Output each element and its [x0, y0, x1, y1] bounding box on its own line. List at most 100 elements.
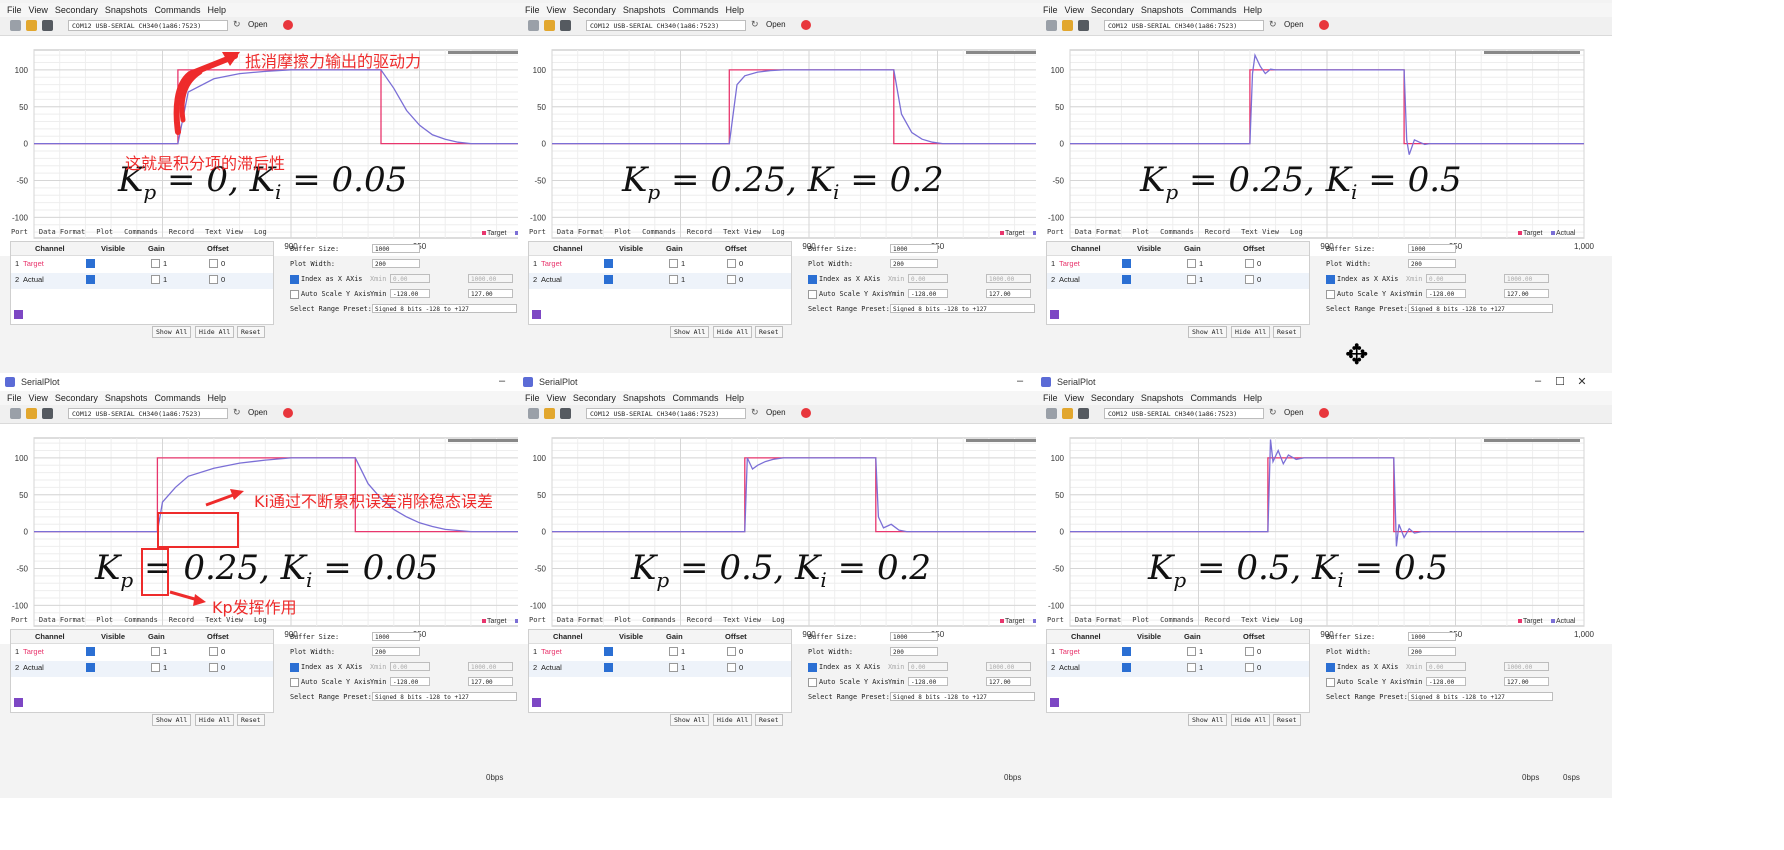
camera-icon[interactable]	[1078, 20, 1089, 31]
channel-name[interactable]: Target	[541, 647, 562, 656]
tab-record[interactable]: Record	[687, 228, 712, 236]
hide-all-button[interactable]: Hide All	[713, 326, 753, 338]
reset-button[interactable]: Reset	[755, 714, 783, 726]
ymax-input[interactable]: 127.00	[1504, 677, 1549, 686]
tab-plot[interactable]: Plot	[1132, 228, 1149, 236]
range-preset-select[interactable]: Signed 8 bits -128 to +127	[1408, 304, 1553, 313]
refresh-icon[interactable]: ↻	[751, 407, 759, 418]
tab-data-format[interactable]: Data Format	[39, 616, 85, 624]
port-select[interactable]: COM12 USB-SERIAL CH340(1a86:7523)	[586, 408, 746, 419]
menu-item[interactable]: Commands	[1190, 5, 1236, 15]
minimize-icon[interactable]: –	[1529, 375, 1547, 387]
panel-icon[interactable]	[10, 408, 21, 419]
offset-checkbox[interactable]	[209, 259, 218, 268]
menu-item[interactable]: Secondary	[55, 5, 98, 15]
auto-scale-checkbox[interactable]	[1326, 678, 1335, 687]
plot-width-input[interactable]: 200	[890, 259, 938, 268]
menu-item[interactable]: Secondary	[573, 5, 616, 15]
offset-checkbox[interactable]	[1245, 275, 1254, 284]
menu-item[interactable]: Snapshots	[105, 5, 148, 15]
buffer-size-input[interactable]: 1000	[372, 632, 420, 641]
xmin-input[interactable]: 0.00	[908, 662, 948, 671]
tab-text-view[interactable]: Text View	[723, 228, 761, 236]
index-as-x-checkbox[interactable]	[290, 275, 299, 284]
xmin-input[interactable]: 0.00	[1426, 274, 1466, 283]
record-icon[interactable]	[283, 408, 293, 418]
ymax-input[interactable]: 127.00	[1504, 289, 1549, 298]
clear-brush-icon[interactable]	[544, 408, 555, 419]
hide-all-button[interactable]: Hide All	[713, 714, 753, 726]
color-swatch[interactable]	[14, 698, 23, 707]
offset-checkbox[interactable]	[1245, 663, 1254, 672]
ymax-input[interactable]: 127.00	[986, 677, 1031, 686]
menu-item[interactable]: View	[547, 393, 566, 403]
visible-checkbox[interactable]	[604, 663, 613, 672]
gain-checkbox[interactable]	[1187, 647, 1196, 656]
reset-button[interactable]: Reset	[755, 326, 783, 338]
menu-item[interactable]: Secondary	[573, 393, 616, 403]
record-icon[interactable]	[801, 408, 811, 418]
reset-button[interactable]: Reset	[1273, 714, 1301, 726]
channel-name[interactable]: Actual	[23, 663, 44, 672]
offset-checkbox[interactable]	[1245, 647, 1254, 656]
panel-icon[interactable]	[528, 20, 539, 31]
ymin-input[interactable]: -128.00	[908, 289, 948, 298]
ymin-input[interactable]: -128.00	[390, 677, 430, 686]
open-button[interactable]: Open	[766, 408, 786, 417]
xmin-input[interactable]: 0.00	[390, 662, 430, 671]
plot-width-input[interactable]: 200	[1408, 647, 1456, 656]
tab-record[interactable]: Record	[1205, 228, 1230, 236]
open-button[interactable]: Open	[1284, 408, 1304, 417]
index-as-x-checkbox[interactable]	[808, 663, 817, 672]
menu-item[interactable]: View	[547, 5, 566, 15]
offset-checkbox[interactable]	[727, 647, 736, 656]
range-preset-select[interactable]: Signed 8 bits -128 to +127	[372, 304, 517, 313]
reset-button[interactable]: Reset	[237, 714, 265, 726]
menu-item[interactable]: Commands	[672, 393, 718, 403]
menu-item[interactable]: File	[525, 393, 540, 403]
show-all-button[interactable]: Show All	[1188, 326, 1228, 338]
channel-name[interactable]: Actual	[1059, 663, 1080, 672]
offset-checkbox[interactable]	[1245, 259, 1254, 268]
menu-item[interactable]: Snapshots	[623, 393, 666, 403]
minimize-icon[interactable]: –	[493, 375, 511, 387]
port-select[interactable]: COM12 USB-SERIAL CH340(1a86:7523)	[68, 408, 228, 419]
offset-checkbox[interactable]	[209, 663, 218, 672]
gain-checkbox[interactable]	[1187, 275, 1196, 284]
reset-button[interactable]: Reset	[1273, 326, 1301, 338]
gain-checkbox[interactable]	[1187, 259, 1196, 268]
index-as-x-checkbox[interactable]	[808, 275, 817, 284]
tab-record[interactable]: Record	[169, 616, 194, 624]
visible-checkbox[interactable]	[1122, 275, 1131, 284]
hide-all-button[interactable]: Hide All	[195, 326, 235, 338]
tab-commands[interactable]: Commands	[124, 616, 158, 624]
menu-item[interactable]: Commands	[672, 5, 718, 15]
camera-icon[interactable]	[42, 408, 53, 419]
range-preset-select[interactable]: Signed 8 bits -128 to +127	[1408, 692, 1553, 701]
channel-row[interactable]: 2 Actual 1 0	[1047, 661, 1309, 677]
ymin-input[interactable]: -128.00	[908, 677, 948, 686]
show-all-button[interactable]: Show All	[670, 714, 710, 726]
tab-plot[interactable]: Plot	[614, 228, 631, 236]
color-swatch[interactable]	[532, 698, 541, 707]
offset-checkbox[interactable]	[209, 647, 218, 656]
record-icon[interactable]	[1319, 408, 1329, 418]
tab-plot[interactable]: Plot	[1132, 616, 1149, 624]
hide-all-button[interactable]: Hide All	[195, 714, 235, 726]
channel-name[interactable]: Target	[541, 259, 562, 268]
ymin-input[interactable]: -128.00	[390, 289, 430, 298]
menu-item[interactable]: File	[1043, 5, 1058, 15]
reset-button[interactable]: Reset	[237, 326, 265, 338]
gain-checkbox[interactable]	[151, 275, 160, 284]
gain-checkbox[interactable]	[1187, 663, 1196, 672]
minimize-icon[interactable]: –	[1011, 375, 1029, 387]
gain-checkbox[interactable]	[669, 275, 678, 284]
show-all-button[interactable]: Show All	[1188, 714, 1228, 726]
hide-all-button[interactable]: Hide All	[1231, 326, 1271, 338]
tab-text-view[interactable]: Text View	[1241, 228, 1279, 236]
tab-data-format[interactable]: Data Format	[39, 228, 85, 236]
xmax-input[interactable]: 1000.00	[986, 662, 1031, 671]
tab-log[interactable]: Log	[1290, 228, 1303, 236]
tab-port[interactable]: Port	[1047, 616, 1064, 624]
tab-data-format[interactable]: Data Format	[1075, 616, 1121, 624]
